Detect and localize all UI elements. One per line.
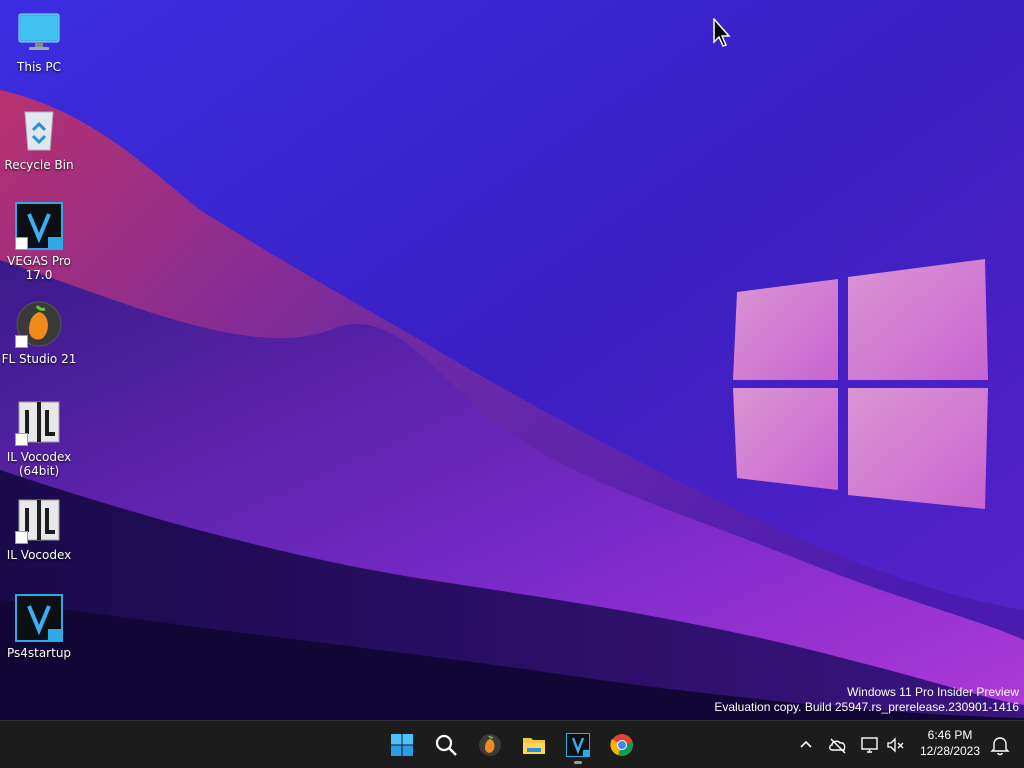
notifications-button[interactable] <box>988 733 1012 757</box>
desktop-icon-fl-studio[interactable]: FL Studio 21 <box>0 300 78 366</box>
taskbar: 6:46 PM 12/28/2023 <box>0 720 1024 768</box>
fl-studio-icon <box>479 734 501 756</box>
active-indicator <box>574 761 582 764</box>
taskbar-file-explorer[interactable] <box>514 725 554 765</box>
volume-tray-button[interactable] <box>884 733 908 757</box>
shortcut-arrow-icon <box>15 237 28 250</box>
watermark-line-2: Evaluation copy. Build 25947.rs_prerelea… <box>714 700 1019 714</box>
desktop-icon-il-vocodex-64bit[interactable]: IL Vocodex (64bit) <box>0 398 78 478</box>
recycle-bin-icon <box>15 106 63 154</box>
desktop-icon-recycle-bin[interactable]: Recycle Bin <box>0 106 78 172</box>
desktop-icon-label: Ps4startup <box>6 646 72 660</box>
monitor-icon <box>15 8 63 56</box>
watermark-line-1: Windows 11 Pro Insider Preview <box>847 685 1019 699</box>
chrome-icon <box>610 734 633 756</box>
network-icon <box>861 737 878 753</box>
chevron-up-icon <box>800 740 812 748</box>
taskbar-vegas-pro[interactable] <box>558 725 598 765</box>
onedrive-tray-button[interactable] <box>826 733 850 757</box>
taskbar-chrome[interactable] <box>602 725 642 765</box>
desktop-icon-label: FL Studio 21 <box>1 352 77 366</box>
desktop-icon-ps4startup[interactable]: Ps4startup <box>0 594 78 660</box>
desktop-icon-vegas-pro[interactable]: VEGAS Pro 17.0 <box>0 202 78 282</box>
vocodex-icon <box>15 398 63 446</box>
vegas-icon <box>566 733 590 757</box>
network-tray-button[interactable] <box>858 733 882 757</box>
bell-icon <box>990 737 1010 756</box>
folder-icon <box>523 738 545 754</box>
desktop-icon-this-pc[interactable]: This PC <box>0 8 78 74</box>
desktop-wallpaper <box>0 0 1024 720</box>
vegas-icon <box>15 202 63 250</box>
shortcut-arrow-icon <box>15 433 28 446</box>
clock-date: 12/28/2023 <box>919 744 981 758</box>
desktop-icon-label: IL Vocodex <box>6 548 72 562</box>
desktop-icon-label: VEGAS Pro 17.0 <box>7 254 71 282</box>
desktop-icon-il-vocodex[interactable]: IL Vocodex <box>0 496 78 562</box>
show-hidden-icons-button[interactable] <box>794 733 818 757</box>
taskbar-fl-studio[interactable] <box>470 725 510 765</box>
vocodex-icon <box>15 496 63 544</box>
desktop-icon-label: IL Vocodex (64bit) <box>6 450 72 478</box>
clock-time: 6:46 PM <box>927 728 973 742</box>
fl-studio-icon <box>15 300 63 348</box>
speaker-muted-icon <box>887 737 904 753</box>
evaluation-watermark: Windows 11 Pro Insider Preview Evaluatio… <box>714 685 1019 715</box>
shortcut-arrow-icon <box>15 335 28 348</box>
search-button[interactable] <box>426 725 466 765</box>
desktop-icon-label: Recycle Bin <box>4 158 74 172</box>
desktop-icon-label: This PC <box>17 60 61 74</box>
search-icon <box>435 734 457 756</box>
mouse-cursor-icon <box>713 18 731 47</box>
start-button[interactable] <box>382 725 422 765</box>
windows-logo-icon <box>391 734 413 756</box>
cloud-offline-icon <box>829 738 846 754</box>
shortcut-arrow-icon <box>15 531 28 544</box>
clock-button[interactable]: 6:46 PM 12/28/2023 <box>912 727 988 759</box>
vegas-icon <box>15 594 63 642</box>
